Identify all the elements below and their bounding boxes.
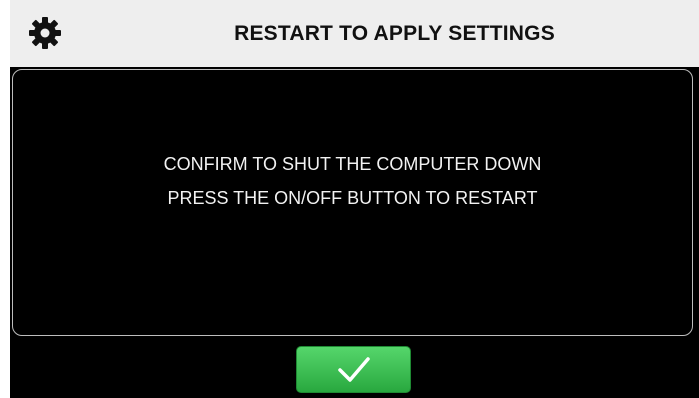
gear-icon[interactable] [28,16,62,50]
screen: RESTART TO APPLY SETTINGS CONFIRM TO SHU… [10,0,699,398]
message-line-2: PRESS THE ON/OFF BUTTON TO RESTART [167,188,538,208]
confirm-button[interactable] [296,346,411,393]
message-dialog: CONFIRM TO SHUT THE COMPUTER DOWN PRESS … [12,69,693,336]
header-bar: RESTART TO APPLY SETTINGS [10,0,699,67]
check-icon [338,357,370,382]
message-line-1: CONFIRM TO SHUT THE COMPUTER DOWN [163,154,542,174]
header-title: RESTART TO APPLY SETTINGS [234,22,555,45]
